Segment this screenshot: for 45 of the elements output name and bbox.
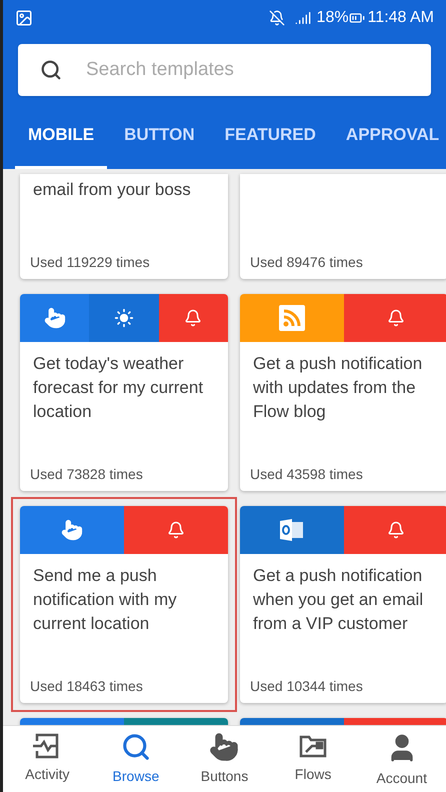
search-bar[interactable]: Search templates — [18, 44, 431, 96]
mail-app-icon — [280, 518, 304, 540]
clock: 11:48 AM — [368, 8, 434, 28]
category-tab[interactable]: BUTTON — [111, 116, 208, 168]
nav-tab[interactable]: Activity — [3, 732, 92, 785]
touch-icon — [44, 306, 66, 328]
template-title: Get a push notification with updates from the Flow blog — [252, 352, 424, 422]
bell-icon — [184, 308, 202, 326]
nav-tab[interactable]: Browse — [92, 732, 180, 787]
touch-icon — [209, 732, 240, 762]
search-icon — [40, 59, 62, 81]
nav-tab[interactable]: Buttons — [180, 732, 269, 787]
signal-icon — [294, 10, 311, 26]
usage-count: Used 43598 times — [249, 464, 364, 484]
category-tab[interactable]: MOBILE — [15, 116, 108, 168]
mute-icon — [268, 10, 285, 26]
bell-icon — [387, 520, 405, 538]
image-icon — [15, 9, 33, 27]
rss-icon — [279, 304, 305, 330]
battery-percent: 18% — [316, 8, 349, 28]
category-tab[interactable]: FEATURED — [212, 116, 329, 168]
template-card[interactable]: Get a push notification with updates from the Flow blog Used 43598 times — [240, 294, 446, 490]
sun-icon — [114, 308, 134, 328]
template-title: Get a push notification when you get an email from a VIP customer — [252, 564, 424, 634]
usage-count: Used 10344 times — [249, 676, 364, 696]
usage-count: Used 89476 times — [249, 252, 364, 272]
bell-icon — [167, 520, 185, 538]
category-tab[interactable]: APPROVAL — [332, 116, 446, 168]
template-title: email from your boss — [32, 178, 192, 200]
template-card[interactable]: Get a push notification when you get an email from a VIP customer Used 10344 times — [240, 506, 446, 702]
bell-icon — [387, 308, 405, 326]
usage-count: Used 18463 times — [29, 676, 144, 696]
template-card[interactable]: Get today's weather forecast for my current location Used 73828 times — [20, 294, 228, 490]
template-card[interactable]: Used 89476 times — [240, 174, 446, 278]
touch-icon — [61, 518, 83, 540]
nav-tab[interactable]: Account — [357, 732, 446, 789]
nav-tab[interactable]: Flows — [268, 732, 358, 785]
template-card[interactable]: email from your boss Used 119229 times — [20, 174, 228, 278]
usage-count: Used 119229 times — [29, 252, 151, 272]
search-icon — [120, 732, 151, 762]
template-title: Send me a push notification with my current location — [32, 564, 178, 634]
usage-count: Used 73828 times — [29, 464, 144, 484]
search-field[interactable]: Search templates — [86, 56, 409, 84]
template-title: Get today's weather forecast for my current location — [32, 352, 204, 422]
template-card[interactable]: Send me a push notification with my current location Used 18463 times — [20, 506, 228, 702]
